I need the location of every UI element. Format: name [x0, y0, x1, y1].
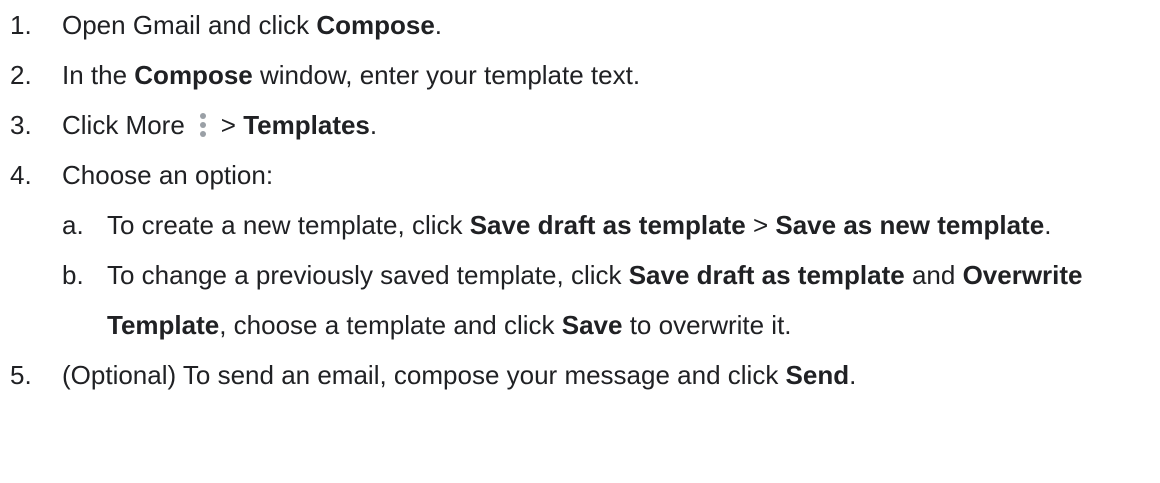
save-as-new-template-label: Save as new template	[775, 210, 1045, 240]
save-draft-as-template-label: Save draft as template	[628, 260, 905, 290]
step-text: window, enter your template text.	[252, 60, 641, 90]
step-5: 5. (Optional) To send an email, compose …	[0, 350, 1160, 400]
step-text: to overwrite it.	[622, 310, 792, 340]
step-text: , choose a template and click	[219, 310, 562, 340]
step-3: 3. Click More > Templates.	[0, 100, 1160, 150]
step-number: 1.	[10, 10, 32, 40]
more-vertical-icon	[191, 106, 215, 137]
compose-label: Compose	[134, 60, 253, 90]
step-text: .	[434, 10, 443, 40]
step-text: .	[369, 110, 378, 140]
step-text: Click More	[62, 110, 185, 140]
step-text: and	[904, 260, 963, 290]
substep-b: b. To change a previously saved template…	[62, 250, 1147, 350]
step-text: To create a new template, click	[107, 210, 470, 240]
step-text: Open Gmail and click	[62, 10, 317, 40]
substep-letter: a.	[62, 210, 84, 240]
save-label: Save	[561, 310, 623, 340]
step-text: >	[220, 110, 244, 140]
step-2: 2. In the Compose window, enter your tem…	[0, 50, 1160, 100]
step-text: .	[1044, 210, 1052, 240]
save-draft-as-template-label: Save draft as template	[469, 210, 746, 240]
step-text: To change a previously saved template, c…	[107, 260, 629, 290]
templates-label: Templates	[243, 110, 370, 140]
step-text: In the	[62, 60, 135, 90]
step-4: 4. Choose an option: a. To create a new …	[0, 150, 1160, 350]
step-1: 1. Open Gmail and click Compose.	[0, 0, 1160, 50]
step-number: 5.	[10, 360, 32, 390]
step-text: Choose an option:	[62, 160, 274, 190]
step-number: 3.	[10, 110, 32, 140]
step-number: 4.	[10, 160, 32, 190]
instruction-list: 1. Open Gmail and click Compose. 2. In t…	[0, 0, 1160, 400]
substep-list: a. To create a new template, click Save …	[62, 200, 1160, 350]
step-text: .	[849, 360, 857, 390]
step-text: (Optional) To send an email, compose you…	[62, 360, 786, 390]
substep-a: a. To create a new template, click Save …	[62, 200, 1147, 250]
step-text: >	[745, 210, 776, 240]
step-number: 2.	[10, 60, 32, 90]
substep-letter: b.	[62, 260, 84, 290]
send-label: Send	[785, 360, 850, 390]
compose-label: Compose	[316, 10, 435, 40]
